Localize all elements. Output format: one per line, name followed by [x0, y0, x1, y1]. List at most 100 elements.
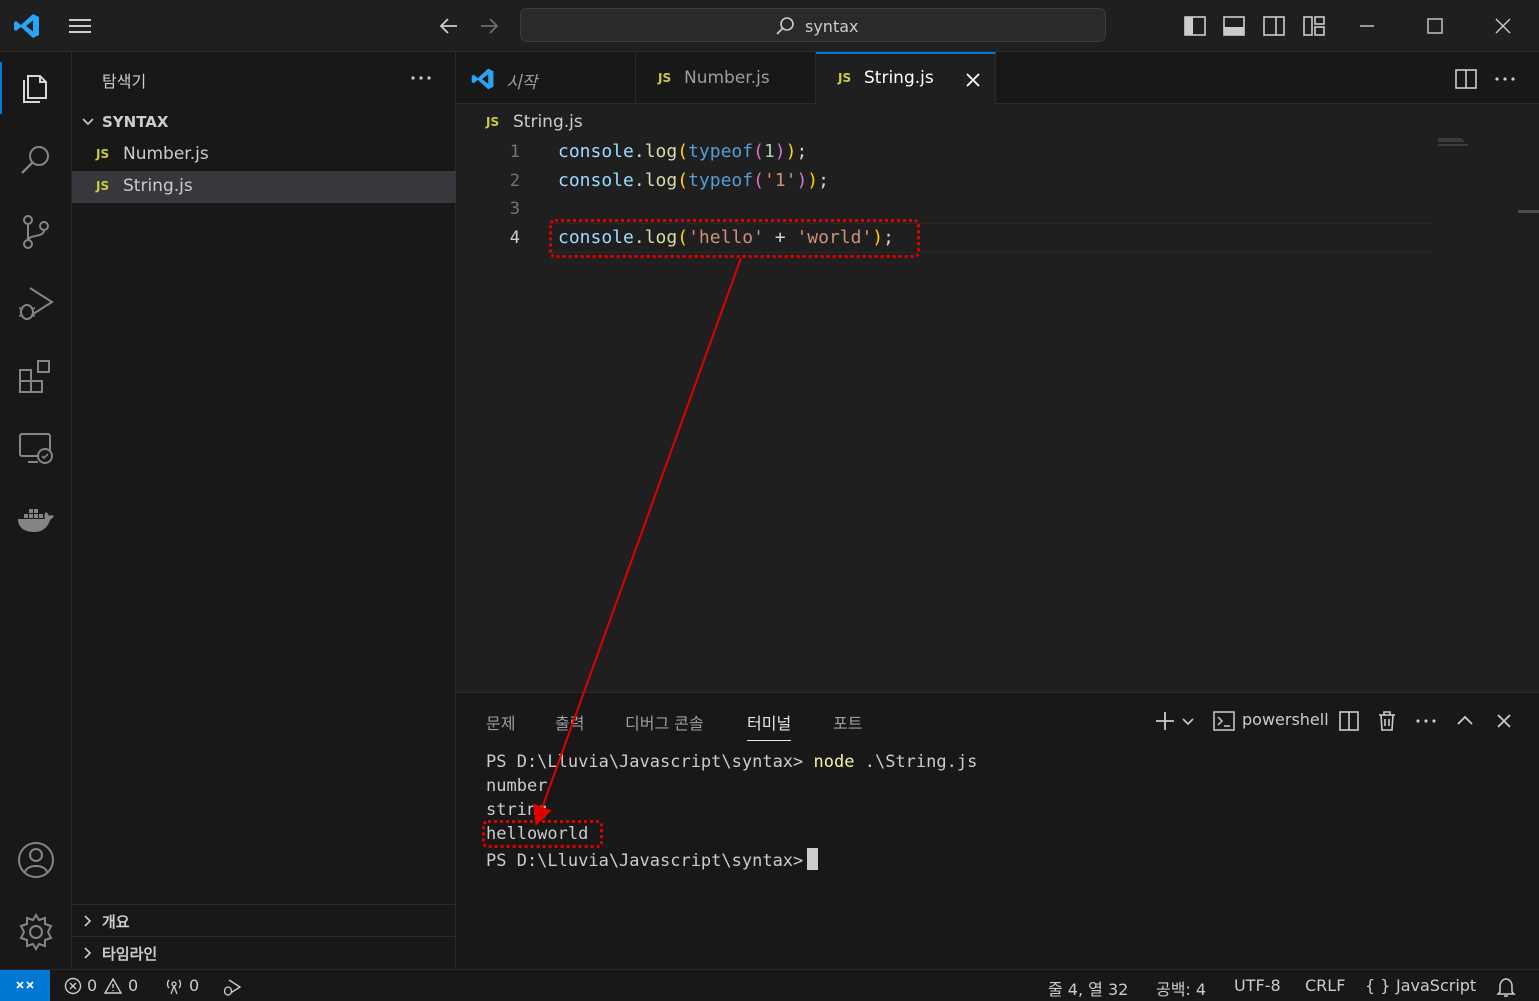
js-file-icon: JS [658, 71, 672, 85]
tab-label: Number.js [684, 68, 770, 88]
language-bracket: { } [1365, 976, 1391, 995]
activity-run-debug[interactable] [16, 284, 56, 324]
terminal-command-arg: .\String.js [854, 752, 978, 772]
close-window-icon[interactable] [1490, 14, 1516, 38]
language-name: JavaScript [1396, 976, 1477, 995]
broadcast-icon [166, 979, 182, 995]
remote-explorer-icon [19, 433, 53, 464]
chevron-up-icon[interactable] [1453, 709, 1477, 733]
split-terminal-icon[interactable] [1337, 709, 1361, 733]
more-actions-icon[interactable] [408, 66, 434, 90]
js-file-icon: JS [96, 179, 110, 193]
bell-icon[interactable] [1495, 976, 1517, 998]
file-name: Number.js [123, 144, 209, 164]
panel-tab-problems[interactable]: 문제 [486, 710, 515, 734]
toggle-primary-sidebar-icon[interactable] [1183, 14, 1207, 38]
section-name: 개요 [102, 913, 130, 931]
status-bar: 0 0 0 줄 4, 열 32 공백: 4 UTF-8 CRLF { } Jav… [0, 969, 1539, 1001]
terminal-line-command: PS D:\Lluvia\Javascript\syntax> node .\S… [486, 752, 977, 772]
vscode-logo-icon[interactable] [12, 11, 42, 41]
activity-remote-explorer[interactable] [16, 428, 56, 468]
panel-tab-terminal[interactable]: 터미널 [747, 710, 792, 741]
chevron-down-icon [82, 118, 94, 126]
files-icon [23, 75, 47, 103]
explorer-sidebar: 탐색기 SYNTAX JS Number.js JS String.js 개요 … [72, 52, 456, 969]
editor-scrollbar[interactable] [1518, 210, 1539, 213]
close-icon[interactable] [962, 69, 984, 91]
activity-docker[interactable] [16, 500, 56, 540]
more-actions-icon[interactable] [1414, 709, 1438, 733]
activity-search[interactable] [16, 140, 56, 180]
end-of-line[interactable]: CRLF [1305, 976, 1345, 995]
js-file-icon: JS [96, 147, 110, 161]
minimap[interactable] [1438, 138, 1474, 146]
split-editor-icon[interactable] [1454, 67, 1478, 91]
terminal-line-prompt[interactable]: PS D:\Lluvia\Javascript\syntax> [486, 848, 819, 871]
docker-icon [18, 509, 54, 532]
timeline-section[interactable]: 타임라인 [72, 936, 456, 968]
toggle-panel-icon[interactable] [1222, 14, 1246, 38]
arrow-left-icon[interactable] [436, 14, 462, 38]
terminal-output-line: string [486, 800, 548, 820]
terminal-cursor [807, 848, 819, 870]
terminal-output-line: number [486, 776, 548, 796]
more-actions-icon[interactable] [1492, 67, 1518, 91]
chevron-right-icon [84, 915, 92, 927]
indentation[interactable]: 공백: 4 [1156, 976, 1206, 1000]
search-icon [776, 17, 794, 35]
ports-indicator[interactable]: 0 [164, 970, 204, 1001]
file-name: String.js [123, 176, 193, 196]
minimize-icon[interactable] [1354, 14, 1380, 38]
ports-count: 0 [189, 976, 200, 995]
customize-layout-icon[interactable] [1302, 14, 1326, 38]
activity-source-control[interactable] [16, 212, 56, 252]
menu-icon[interactable] [66, 14, 94, 38]
terminal-profile-powershell[interactable]: powershell [1212, 707, 1329, 735]
chevron-down-icon[interactable] [1180, 709, 1196, 733]
title-bar: syntax [0, 0, 1539, 52]
line-number: 4 [509, 228, 520, 248]
debug-icon[interactable] [221, 977, 243, 997]
language-mode[interactable]: { } JavaScript [1365, 970, 1479, 1001]
chevron-right-icon [84, 947, 92, 959]
tab-label: 시작 [506, 73, 538, 93]
line-number: 1 [509, 142, 520, 162]
js-file-icon: JS [486, 115, 500, 129]
outline-section[interactable]: 개요 [72, 904, 456, 936]
panel-tab-debug-console[interactable]: 디버그 콘솔 [625, 710, 704, 734]
search-icon [21, 146, 49, 174]
code-line: console.log(typeof('1')); [558, 170, 829, 191]
account-icon [18, 842, 54, 878]
activity-explorer[interactable] [0, 62, 56, 114]
folder-syntax[interactable]: SYNTAX [72, 108, 456, 136]
tab-string-js[interactable]: JS String.js [816, 52, 996, 104]
file-item-number-js[interactable]: JS Number.js [72, 139, 456, 171]
plus-icon[interactable] [1153, 709, 1177, 733]
cursor-position[interactable]: 줄 4, 열 32 [1048, 976, 1128, 1000]
editor-tabs: 시작 JS Number.js JS String.js [456, 52, 1539, 104]
problems-indicator[interactable]: 0 0 [62, 970, 142, 1001]
activity-accounts[interactable] [16, 840, 56, 880]
js-file-icon: JS [838, 71, 852, 85]
activity-extensions[interactable] [16, 356, 56, 396]
section-name: 타임라인 [102, 945, 158, 963]
tab-number-js[interactable]: JS Number.js [636, 52, 816, 104]
bottom-panel: 문제 출력 디버그 콘솔 터미널 포트 powershell PS D:\Llu… [456, 692, 1539, 969]
remote-indicator[interactable] [0, 970, 50, 1001]
encoding[interactable]: UTF-8 [1234, 976, 1281, 995]
code-line: console.log(typeof(1)); [558, 141, 808, 162]
arrow-right-icon[interactable] [476, 14, 502, 38]
terminal-prompt: PS D:\Lluvia\Javascript\syntax> [486, 851, 804, 871]
activity-manage[interactable] [16, 912, 56, 952]
maximize-icon[interactable] [1422, 14, 1448, 38]
code-editor[interactable]: JS String.js 1 2 3 4 console.log(typeof(… [456, 104, 1539, 692]
panel-tab-output[interactable]: 출력 [555, 710, 584, 734]
command-center-search[interactable]: syntax [520, 8, 1106, 42]
annotation-output-box [482, 820, 603, 848]
panel-tab-ports[interactable]: 포트 [833, 710, 862, 734]
close-icon[interactable] [1492, 709, 1516, 733]
trash-icon[interactable] [1375, 709, 1399, 733]
tab-welcome[interactable]: 시작 [456, 52, 636, 104]
file-item-string-js[interactable]: JS String.js [72, 171, 456, 203]
toggle-secondary-sidebar-icon[interactable] [1262, 14, 1286, 38]
